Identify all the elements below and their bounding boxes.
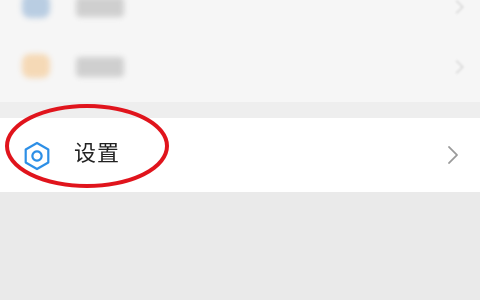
- chevron-right-icon: [449, 59, 465, 75]
- section-divider: [0, 102, 480, 118]
- blurred-menu-section: [0, 0, 480, 102]
- chevron-right-icon: [449, 0, 465, 15]
- blurred-item-label: [76, 57, 124, 77]
- gear-icon: [24, 141, 50, 171]
- blurred-item-icon: [22, 54, 50, 78]
- chevron-right-icon: [448, 146, 458, 164]
- blurred-menu-item[interactable]: [0, 0, 480, 32]
- settings-label: 设置: [74, 142, 121, 167]
- blurred-menu-item[interactable]: [0, 42, 480, 92]
- blurred-item-icon: [22, 0, 50, 18]
- settings-menu-item[interactable]: 设置: [0, 118, 480, 192]
- blurred-item-label: [76, 0, 124, 17]
- empty-area: [0, 192, 480, 300]
